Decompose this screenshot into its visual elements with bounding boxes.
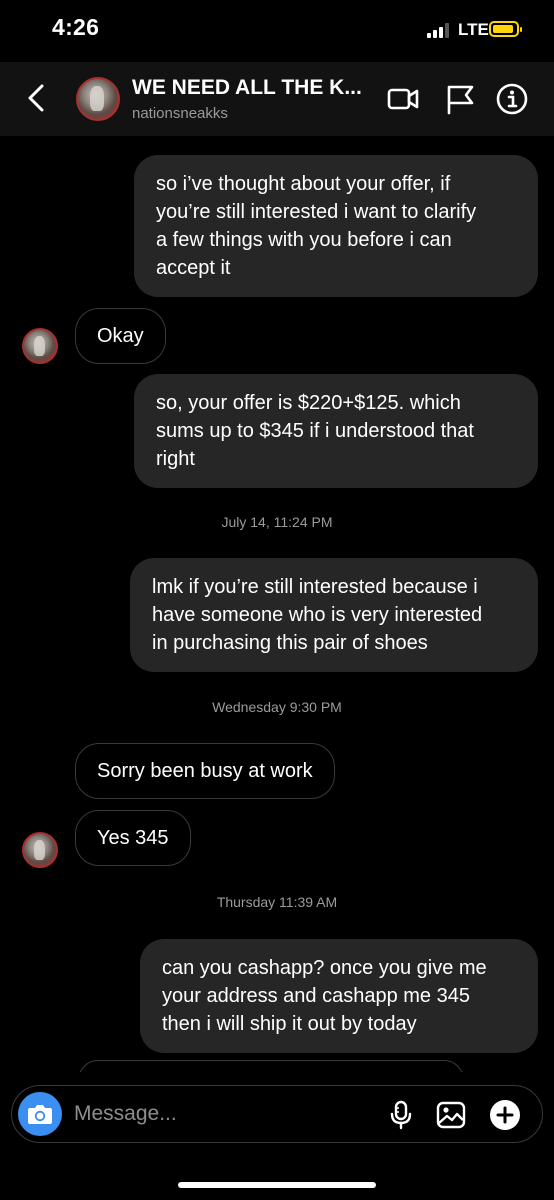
camera-button[interactable] (18, 1092, 62, 1136)
flag-icon[interactable] (443, 82, 477, 116)
plus-icon[interactable] (489, 1099, 521, 1131)
outgoing-message[interactable]: so i’ve thought about your offer, if you… (134, 155, 538, 297)
chat-avatar[interactable] (76, 77, 120, 121)
message-input[interactable] (74, 1100, 374, 1128)
message-composer (11, 1085, 543, 1143)
status-time: 4:26 (52, 14, 100, 40)
network-type: LTE (458, 20, 489, 39)
back-icon[interactable] (22, 80, 52, 116)
chat-title[interactable]: WE NEED ALL THE K... (132, 76, 372, 100)
incoming-message[interactable]: Sorry been busy at work (75, 743, 335, 799)
video-call-icon[interactable] (386, 82, 420, 116)
home-indicator[interactable] (178, 1182, 376, 1188)
chat-header: WE NEED ALL THE K... nationsneakks (0, 62, 554, 136)
message-timestamp: Wednesday 9:30 PM (212, 699, 342, 715)
sender-avatar[interactable] (22, 832, 58, 868)
outgoing-message[interactable]: so, your offer is $220+$125. which sums … (134, 374, 538, 488)
incoming-message[interactable]: Okay (75, 308, 166, 364)
microphone-icon[interactable] (385, 1099, 417, 1131)
message-timestamp: Thursday 11:39 AM (216, 894, 338, 910)
sender-avatar[interactable] (22, 328, 58, 364)
cellular-signal-icon (427, 22, 453, 38)
gallery-icon[interactable] (435, 1099, 467, 1131)
incoming-message[interactable]: Yes 345 (75, 810, 191, 866)
message-timestamp: July 14, 11:24 PM (221, 514, 333, 530)
info-icon[interactable] (495, 82, 529, 116)
outgoing-message[interactable]: can you cashapp? once you give me your a… (140, 939, 538, 1053)
outgoing-message[interactable]: lmk if you’re still interested because i… (130, 558, 538, 672)
status-bar: 4:26 LTE (0, 0, 554, 62)
camera-icon (28, 1105, 52, 1124)
chat-username[interactable]: nationsneakks (132, 105, 228, 122)
battery-icon (489, 21, 522, 37)
